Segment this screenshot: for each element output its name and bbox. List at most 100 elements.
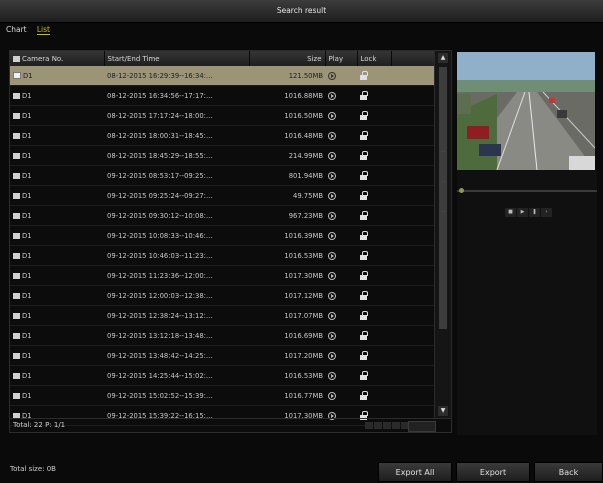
row-checkbox[interactable] (13, 232, 20, 239)
play-icon[interactable] (328, 211, 336, 220)
scroll-tick (441, 151, 445, 152)
lock-cell (357, 245, 391, 266)
unlock-icon[interactable] (360, 131, 368, 140)
back-button[interactable]: Back (534, 462, 603, 482)
unlock-icon[interactable] (360, 291, 368, 300)
row-checkbox[interactable] (13, 332, 20, 339)
lock-cell (357, 385, 391, 406)
table-row[interactable]: D1 09-12-2015 13:12:18--13:48:... 1016.69M… (10, 325, 435, 346)
table-row[interactable]: D1 08-12-2015 18:45:29--18:55:... 214.99MB (10, 145, 435, 166)
unlock-icon[interactable] (360, 71, 368, 80)
next-page-icon[interactable] (383, 422, 391, 429)
playback-progress[interactable] (457, 190, 597, 192)
row-checkbox[interactable] (13, 192, 20, 199)
row-checkbox[interactable] (13, 152, 20, 159)
first-page-icon[interactable] (365, 422, 373, 429)
table-row[interactable]: D1 09-12-2015 09:25:24--09:27:... 49.75MB (10, 185, 435, 206)
filler-cell (391, 305, 435, 326)
header-camera[interactable]: Camera No. (10, 51, 105, 66)
play-cell (325, 345, 357, 366)
unlock-icon[interactable] (360, 171, 368, 180)
play-icon[interactable] (328, 71, 336, 80)
arrow-down-icon[interactable]: ▼ (438, 406, 448, 416)
play-cell (325, 385, 357, 406)
row-checkbox[interactable] (13, 212, 20, 219)
row-checkbox[interactable] (13, 272, 20, 279)
table-row[interactable]: D1 09-12-2015 14:25:44--15:02:... 1016.53M… (10, 365, 435, 386)
unlock-icon[interactable] (360, 331, 368, 340)
list-scrollbar[interactable]: ▲ ▼ (434, 51, 451, 418)
row-checkbox[interactable] (13, 292, 20, 299)
unlock-icon[interactable] (360, 91, 368, 100)
size-cell: 1016.69MB (249, 325, 325, 346)
row-checkbox[interactable] (13, 112, 20, 119)
tab-chart[interactable]: Chart (6, 25, 27, 34)
play-icon[interactable] (328, 291, 336, 300)
table-header: Camera No. Start/End Time Size Play Lock (10, 51, 436, 66)
unlock-icon[interactable] (360, 391, 368, 400)
row-checkbox[interactable] (13, 392, 20, 399)
play-icon[interactable] (328, 391, 336, 400)
table-row[interactable]: D1 09-12-2015 15:02:52--15:39:... 1016.77M… (10, 385, 435, 406)
camera-cell: D1 (10, 185, 104, 206)
scrollbar-thumb[interactable] (439, 67, 447, 329)
row-checkbox[interactable] (13, 72, 21, 79)
header-lock: Lock (357, 51, 392, 66)
row-checkbox[interactable] (13, 372, 20, 379)
arrow-up-icon[interactable]: ▲ (438, 53, 448, 63)
play-icon[interactable] (328, 111, 336, 120)
table-row[interactable]: D1 08-12-2015 16:34:56--17:17:... 1016.88M… (10, 85, 435, 106)
row-checkbox[interactable] (13, 132, 20, 139)
table-row[interactable]: D1 08-12-2015 16:29:39--16:34:... 121.50MB (10, 66, 435, 86)
table-row[interactable]: D1 09-12-2015 11:23:36--12:00:... 1017.30M… (10, 265, 435, 286)
table-row[interactable]: D1 09-12-2015 08:53:17--09:25:... 801.94MB (10, 165, 435, 186)
table-row[interactable]: D1 09-12-2015 12:00:03--12:38:... 1017.12M… (10, 285, 435, 306)
row-checkbox[interactable] (13, 312, 20, 319)
row-checkbox[interactable] (13, 172, 20, 179)
select-all-checkbox[interactable] (13, 55, 20, 62)
play-icon[interactable] (328, 131, 336, 140)
unlock-icon[interactable] (360, 211, 368, 220)
lock-cell (357, 285, 391, 306)
table-row[interactable]: D1 08-12-2015 17:17:24--18:00:... 1016.50M… (10, 105, 435, 126)
row-checkbox[interactable] (13, 92, 20, 99)
play-icon: ▶ (517, 208, 528, 217)
prev-page-icon[interactable] (374, 422, 382, 429)
play-icon[interactable] (328, 351, 336, 360)
last-page-icon[interactable] (392, 422, 400, 429)
play-icon[interactable] (328, 311, 336, 320)
play-icon[interactable] (328, 191, 336, 200)
unlock-icon[interactable] (360, 271, 368, 280)
table-row[interactable]: D1 08-12-2015 18:00:31--18:45:... 1016.48M… (10, 125, 435, 146)
unlock-icon[interactable] (360, 371, 368, 380)
tab-list[interactable]: List (36, 25, 50, 35)
table-row[interactable]: D1 09-12-2015 09:30:12--10:08:... 967.23MB (10, 205, 435, 226)
table-row[interactable]: D1 09-12-2015 10:08:33--10:46:... 1016.39M… (10, 225, 435, 246)
play-icon[interactable] (328, 251, 336, 260)
table-row[interactable]: D1 09-12-2015 10:46:03--11:23:... 1016.53M… (10, 245, 435, 266)
row-checkbox[interactable] (13, 352, 20, 359)
unlock-icon[interactable] (360, 231, 368, 240)
play-icon[interactable] (328, 271, 336, 280)
stop-icon: ■ (505, 208, 516, 217)
play-icon[interactable] (328, 231, 336, 240)
unlock-icon[interactable] (360, 111, 368, 120)
export-button[interactable]: Export (456, 462, 530, 482)
camera-label: D1 (22, 331, 32, 340)
play-icon[interactable] (328, 371, 336, 380)
play-icon[interactable] (328, 151, 336, 160)
unlock-icon[interactable] (360, 351, 368, 360)
play-icon[interactable] (328, 171, 336, 180)
unlock-icon[interactable] (360, 251, 368, 260)
table-row[interactable]: D1 09-12-2015 12:38:24--13:12:... 1017.07M… (10, 305, 435, 326)
play-icon[interactable] (328, 91, 336, 100)
table-row[interactable]: D1 09-12-2015 13:48:42--14:25:... 1017.20M… (10, 345, 435, 366)
export-all-button[interactable]: Export All (378, 462, 452, 482)
unlock-icon[interactable] (360, 191, 368, 200)
unlock-icon[interactable] (360, 151, 368, 160)
page-input[interactable] (408, 421, 436, 432)
play-icon[interactable] (328, 331, 336, 340)
progress-handle[interactable] (459, 188, 464, 193)
row-checkbox[interactable] (13, 252, 20, 259)
unlock-icon[interactable] (360, 311, 368, 320)
